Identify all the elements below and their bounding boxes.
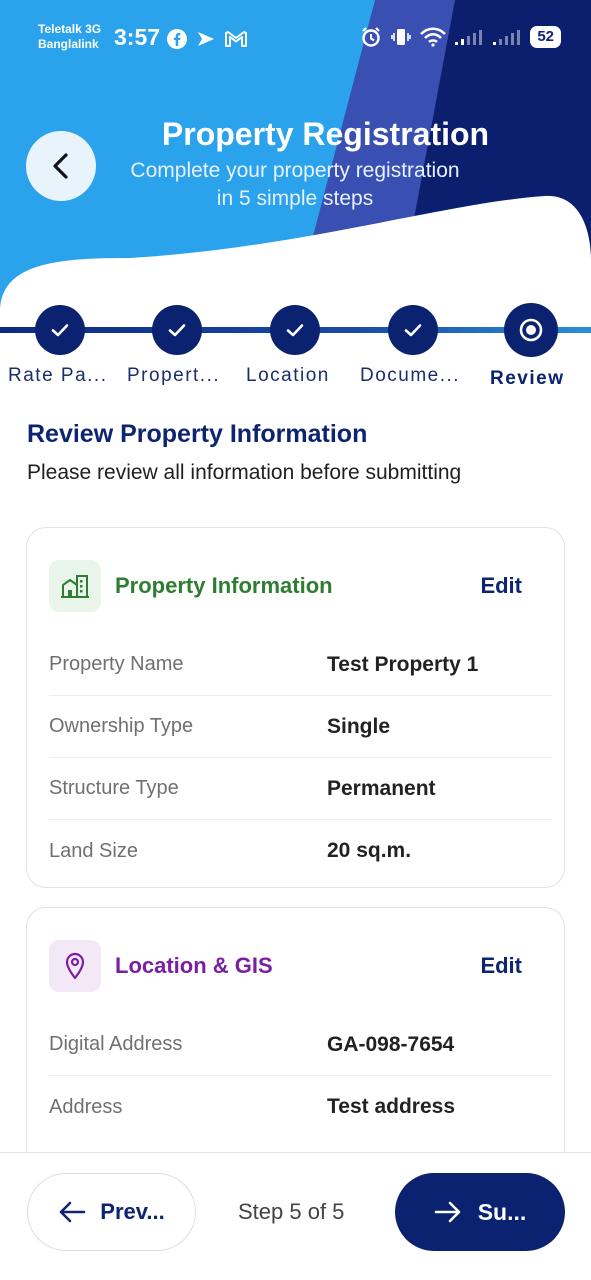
property-details: Property Name Test Property 1 Ownership … bbox=[49, 634, 552, 882]
property-info-card: Property Information Edit Property Name … bbox=[26, 527, 565, 888]
gmail-icon bbox=[224, 29, 248, 49]
step-4-indicator[interactable] bbox=[388, 305, 438, 355]
signal-icon bbox=[492, 28, 522, 46]
edit-property-button[interactable]: Edit bbox=[480, 573, 522, 599]
status-time: 3:57 bbox=[114, 24, 161, 50]
section-subtitle: Please review all information before sub… bbox=[27, 461, 462, 484]
carrier-info: Teletalk 3G Banglalink bbox=[38, 22, 101, 52]
detail-value: Permanent bbox=[327, 776, 436, 800]
check-icon bbox=[404, 324, 422, 337]
submit-button[interactable]: Su... bbox=[395, 1173, 565, 1251]
notification-icons bbox=[166, 28, 248, 50]
detail-label: Ownership Type bbox=[49, 715, 194, 737]
chevron-left-icon bbox=[53, 153, 68, 179]
carrier-2: Banglalink bbox=[38, 37, 99, 51]
system-status: 52 bbox=[360, 26, 561, 48]
step-1-label[interactable]: Rate Pa... bbox=[8, 365, 116, 387]
step-2-label[interactable]: Propert... bbox=[127, 365, 233, 387]
detail-row: Digital Address GA-098-7654 bbox=[49, 1014, 552, 1076]
card-title: Location & GIS bbox=[115, 953, 273, 978]
signal-icon bbox=[454, 28, 484, 46]
wifi-icon bbox=[420, 27, 447, 47]
page-title: Property Registration bbox=[161, 116, 490, 152]
send-icon bbox=[196, 29, 216, 49]
check-icon bbox=[51, 324, 69, 337]
detail-row: Property Name Test Property 1 bbox=[49, 634, 552, 696]
submit-button-label: Su... bbox=[477, 1198, 527, 1225]
edit-location-button[interactable]: Edit bbox=[480, 953, 522, 979]
arrow-left-icon bbox=[59, 1201, 86, 1223]
detail-value: GA-098-7654 bbox=[327, 1032, 455, 1056]
detail-label: Address bbox=[49, 1095, 123, 1118]
check-icon bbox=[286, 324, 304, 337]
detail-label: Digital Address bbox=[49, 1033, 183, 1055]
building-icon bbox=[49, 560, 101, 612]
detail-row: Address Test address bbox=[49, 1076, 552, 1138]
bottom-nav-bar: Prev... Step 5 of 5 Su... bbox=[0, 1152, 591, 1280]
carrier-1: Teletalk 3G bbox=[38, 22, 102, 36]
detail-value: Test address bbox=[327, 1095, 455, 1118]
detail-row: Ownership Type Single bbox=[49, 696, 552, 758]
section-title: Review Property Information bbox=[27, 420, 368, 448]
step-5-indicator[interactable] bbox=[504, 303, 558, 357]
step-2-indicator[interactable] bbox=[152, 305, 202, 355]
detail-label: Land Size bbox=[49, 839, 138, 862]
card-header: Location & GIS Edit bbox=[49, 940, 542, 992]
page-subtitle: Complete your property registration in 5… bbox=[130, 159, 460, 210]
radio-current-icon bbox=[519, 318, 543, 342]
check-icon bbox=[168, 324, 186, 337]
vibrate-icon bbox=[390, 26, 412, 48]
detail-row: Land Size 20 sq.m. bbox=[49, 820, 552, 882]
card-title: Property Information bbox=[115, 573, 333, 598]
location-pin-icon bbox=[49, 940, 101, 992]
previous-button-label: Prev... bbox=[100, 1199, 165, 1224]
step-1-indicator[interactable] bbox=[35, 305, 85, 355]
previous-button[interactable]: Prev... bbox=[27, 1173, 196, 1251]
step-5-label[interactable]: Review bbox=[490, 368, 580, 390]
step-3-label[interactable]: Location bbox=[246, 365, 348, 387]
detail-value: Single bbox=[327, 714, 391, 738]
location-details: Digital Address GA-098-7654 Address Test… bbox=[49, 1014, 552, 1138]
detail-label: Structure Type bbox=[49, 777, 179, 799]
battery-indicator: 52 bbox=[530, 26, 561, 48]
alarm-icon bbox=[360, 26, 382, 48]
detail-label: Property Name bbox=[49, 653, 184, 675]
arrow-right-icon bbox=[434, 1201, 461, 1223]
facebook-icon bbox=[166, 28, 188, 50]
step-3-indicator[interactable] bbox=[270, 305, 320, 355]
detail-row: Structure Type Permanent bbox=[49, 758, 552, 820]
step-counter: Step 5 of 5 bbox=[238, 1199, 345, 1224]
status-bar: Teletalk 3G Banglalink 3:57 52 bbox=[38, 18, 561, 58]
detail-value: Test Property 1 bbox=[327, 652, 479, 676]
step-4-label[interactable]: Docume... bbox=[360, 365, 470, 387]
detail-value: 20 sq.m. bbox=[327, 839, 412, 862]
card-header: Property Information Edit bbox=[49, 560, 542, 612]
